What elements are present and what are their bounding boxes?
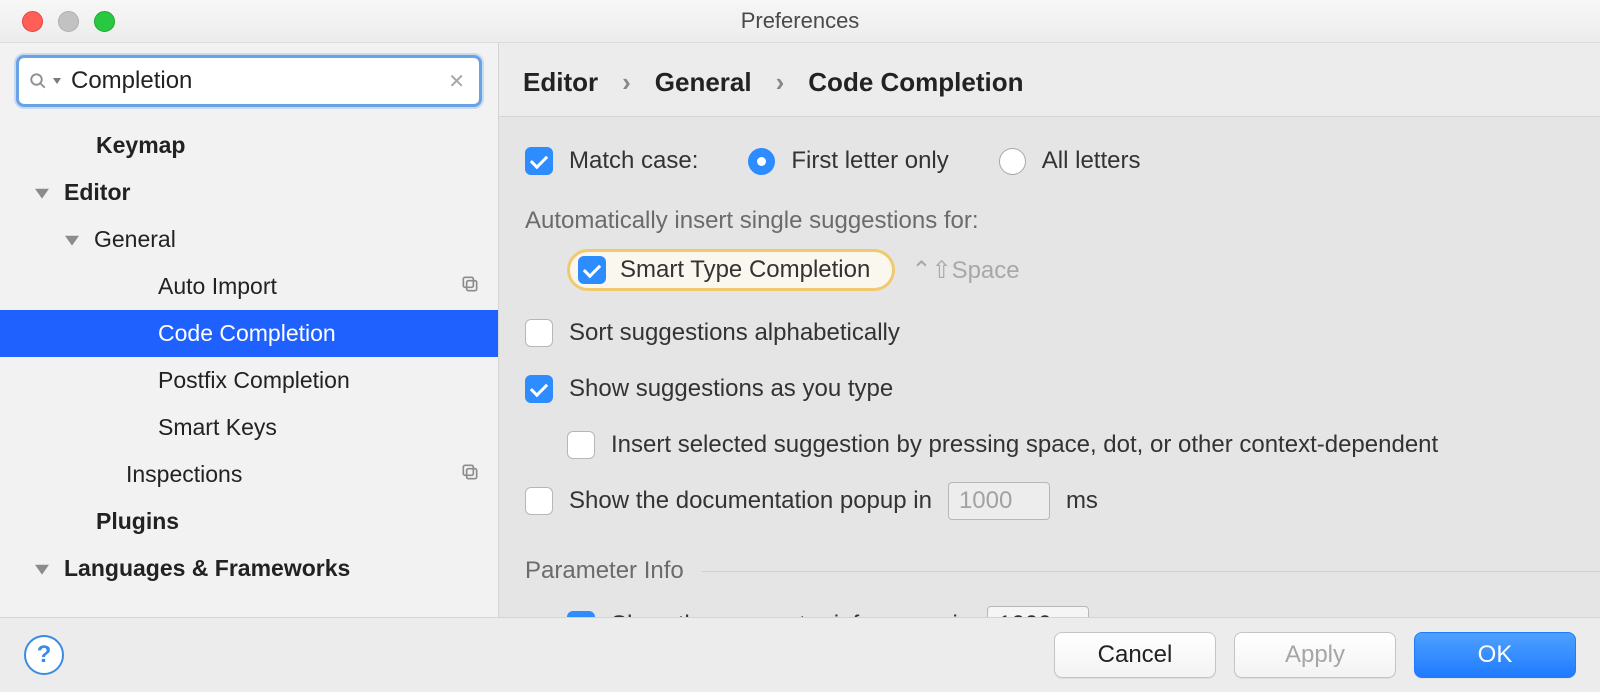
- smart-type-highlight: Smart Type Completion: [567, 249, 895, 291]
- parameter-info-popup-row: Show the parameter info popup in ms: [499, 597, 1600, 617]
- smart-type-shortcut: ⌃⇧Space: [911, 256, 1019, 285]
- auto-insert-heading: Automatically insert single suggestions …: [499, 189, 1600, 247]
- sidebar-item-general[interactable]: General: [0, 216, 498, 263]
- sidebar-item-code-completion[interactable]: Code Completion: [0, 310, 498, 357]
- doc-popup-row: Show the documentation popup in ms: [499, 473, 1600, 529]
- sort-alphabetically-checkbox[interactable]: [525, 319, 553, 347]
- preferences-window: Preferences ✕ Keymap Editor General Auto Im…: [0, 0, 1600, 692]
- tree-spacer: [126, 324, 146, 344]
- match-case-label: Match case:: [569, 147, 698, 175]
- insert-by-space-label[interactable]: Insert selected suggestion by pressing s…: [611, 431, 1438, 459]
- sidebar-item-plugins[interactable]: Plugins: [0, 498, 498, 545]
- clear-search-button[interactable]: ✕: [444, 69, 469, 94]
- sidebar-item-label: Editor: [64, 179, 130, 206]
- disclosure-triangle-icon[interactable]: [32, 183, 52, 203]
- sidebar-item-label: Code Completion: [158, 320, 336, 347]
- apply-button[interactable]: Apply: [1234, 632, 1396, 678]
- smart-type-completion-row: Smart Type Completion ⌃⇧Space: [499, 247, 1600, 299]
- first-letter-only-label[interactable]: First letter only: [791, 147, 948, 175]
- match-case-checkbox[interactable]: [525, 147, 553, 175]
- all-letters-label[interactable]: All letters: [1042, 147, 1141, 175]
- chevron-right-icon: ›: [622, 67, 631, 98]
- tree-spacer: [126, 418, 146, 438]
- sidebar-item-smart-keys[interactable]: Smart Keys: [0, 404, 498, 451]
- chevron-right-icon: ›: [776, 67, 785, 98]
- tree-spacer: [126, 371, 146, 391]
- sidebar-item-label: Smart Keys: [158, 414, 277, 441]
- tree-spacer: [64, 512, 84, 532]
- smart-type-completion-checkbox[interactable]: [578, 256, 606, 284]
- sidebar-item-languages-frameworks[interactable]: Languages & Frameworks: [0, 545, 498, 592]
- ok-button[interactable]: OK: [1414, 632, 1576, 678]
- titlebar: Preferences: [0, 0, 1600, 43]
- sidebar-item-label: Postfix Completion: [158, 367, 350, 394]
- breadcrumb-item[interactable]: General: [655, 67, 752, 98]
- help-button[interactable]: ?: [24, 635, 64, 675]
- doc-popup-label-after: ms: [1066, 487, 1098, 515]
- sidebar-item-label: Languages & Frameworks: [64, 555, 350, 582]
- sidebar-item-label: Auto Import: [158, 273, 277, 300]
- search-icon: [29, 72, 47, 90]
- sidebar: ✕ Keymap Editor General Auto Import Code Com…: [0, 43, 499, 617]
- breadcrumb-item[interactable]: Editor: [523, 67, 598, 98]
- footer: ? Cancel Apply OK: [0, 617, 1600, 692]
- separator-line: [702, 571, 1600, 572]
- first-letter-only-radio[interactable]: [748, 148, 775, 175]
- parameter-info-delay-input[interactable]: [987, 606, 1089, 617]
- sidebar-item-label: General: [94, 226, 176, 253]
- sidebar-item-keymap[interactable]: Keymap: [0, 122, 498, 169]
- window-title: Preferences: [0, 8, 1600, 34]
- copy-settings-icon[interactable]: [460, 461, 480, 488]
- doc-popup-checkbox[interactable]: [525, 487, 553, 515]
- insert-by-space-row: Insert selected suggestion by pressing s…: [499, 417, 1600, 473]
- settings-tree[interactable]: Keymap Editor General Auto Import Code Compl…: [0, 117, 498, 617]
- search-history-dropdown-icon[interactable]: [53, 78, 61, 84]
- doc-popup-delay-input[interactable]: [948, 482, 1050, 520]
- insert-by-space-checkbox[interactable]: [567, 431, 595, 459]
- sidebar-item-postfix-completion[interactable]: Postfix Completion: [0, 357, 498, 404]
- show-as-you-type-label[interactable]: Show suggestions as you type: [569, 375, 893, 403]
- search-input[interactable]: [69, 66, 444, 96]
- sort-alphabetically-label[interactable]: Sort suggestions alphabetically: [569, 319, 900, 347]
- tree-spacer: [94, 465, 114, 485]
- all-letters-radio[interactable]: [999, 148, 1026, 175]
- show-as-you-type-row: Show suggestions as you type: [499, 361, 1600, 417]
- breadcrumb: Editor › General › Code Completion: [499, 43, 1600, 117]
- parameter-info-section: Parameter Info: [499, 529, 1600, 597]
- sort-alphabetically-row: Sort suggestions alphabetically: [499, 299, 1600, 361]
- parameter-info-title: Parameter Info: [525, 557, 684, 585]
- tree-spacer: [126, 277, 146, 297]
- main-panel: Editor › General › Code Completion Match…: [499, 43, 1600, 617]
- doc-popup-label-before[interactable]: Show the documentation popup in: [569, 487, 932, 515]
- sidebar-item-auto-import[interactable]: Auto Import: [0, 263, 498, 310]
- tree-spacer: [64, 136, 84, 156]
- sidebar-item-label: Inspections: [126, 461, 242, 488]
- smart-type-completion-label[interactable]: Smart Type Completion: [620, 256, 870, 284]
- sidebar-item-label: Keymap: [96, 132, 185, 159]
- sidebar-item-inspections[interactable]: Inspections: [0, 451, 498, 498]
- cancel-button[interactable]: Cancel: [1054, 632, 1216, 678]
- settings-form: Match case: First letter only All letter…: [499, 117, 1600, 617]
- breadcrumb-item[interactable]: Code Completion: [808, 67, 1023, 98]
- sidebar-item-editor[interactable]: Editor: [0, 169, 498, 216]
- copy-settings-icon[interactable]: [460, 273, 480, 300]
- disclosure-triangle-icon[interactable]: [32, 559, 52, 579]
- sidebar-item-label: Plugins: [96, 508, 179, 535]
- match-case-row: Match case: First letter only All letter…: [499, 133, 1600, 189]
- search-box[interactable]: ✕: [16, 55, 482, 107]
- show-as-you-type-checkbox[interactable]: [525, 375, 553, 403]
- disclosure-triangle-icon[interactable]: [62, 230, 82, 250]
